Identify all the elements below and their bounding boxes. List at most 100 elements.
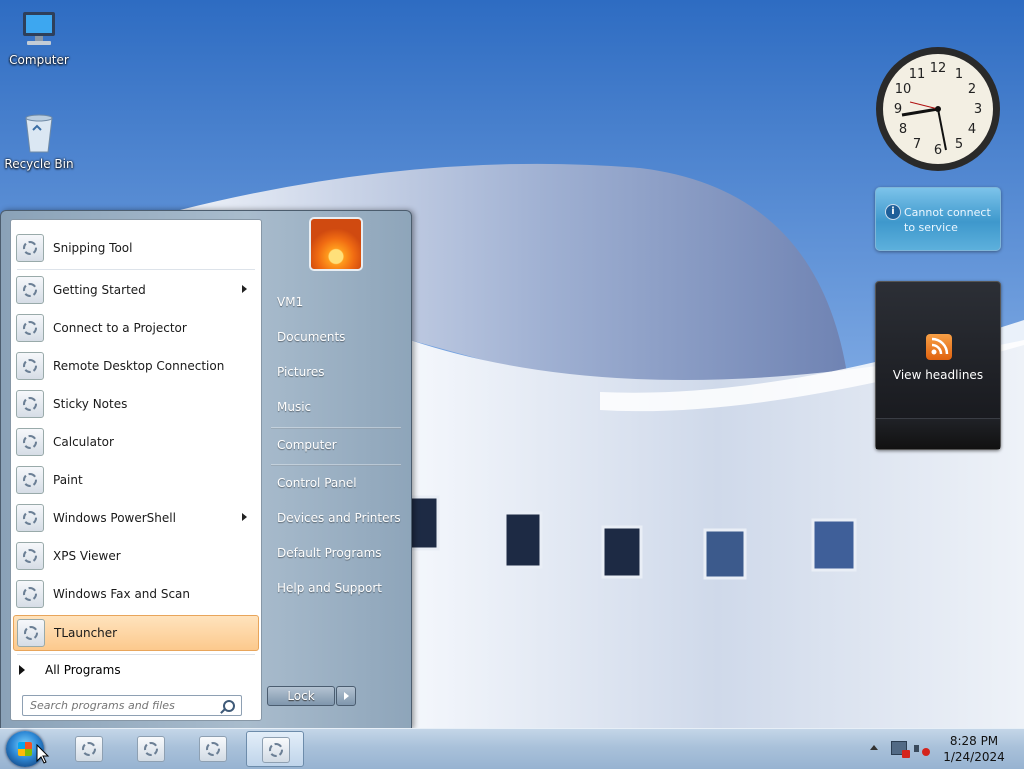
user-avatar[interactable] [309, 217, 363, 271]
program-label: Calculator [53, 435, 114, 449]
program-label: Windows Fax and Scan [53, 587, 191, 601]
program-sticky-notes[interactable]: Sticky Notes [13, 387, 257, 421]
svg-text:11: 11 [909, 67, 926, 82]
program-icon [16, 390, 44, 418]
svg-text:4: 4 [968, 122, 976, 137]
search-icon[interactable] [223, 700, 235, 712]
place-devices-and-printers[interactable]: Devices and Printers [277, 511, 401, 525]
weather-message: Cannot connect to service [904, 206, 991, 234]
desktop-icon-label: Computer [9, 53, 69, 67]
taskbar-app-button[interactable] [184, 731, 242, 767]
network-icon[interactable] [891, 741, 910, 758]
lock-button[interactable]: Lock [267, 686, 335, 706]
program-snipping-tool[interactable]: Snipping Tool [13, 231, 257, 265]
desktop-icon-label: Recycle Bin [4, 157, 74, 171]
place-control-panel[interactable]: Control Panel [277, 476, 357, 490]
taskbar-time: 8:28 PM [949, 734, 999, 748]
show-hidden-icons-icon[interactable] [870, 745, 878, 750]
program-label: Windows PowerShell [53, 511, 176, 525]
program-label: TLauncher [54, 626, 118, 640]
program-windows-fax-and-scan[interactable]: Windows Fax and Scan [13, 577, 257, 611]
volume-muted-icon[interactable] [914, 741, 930, 756]
program-icon [16, 352, 44, 380]
svg-text:3: 3 [974, 102, 982, 117]
start-search-box[interactable] [22, 695, 242, 716]
program-remote-desktop-connection[interactable]: Remote Desktop Connection [13, 349, 257, 383]
program-xps-viewer[interactable]: XPS Viewer [13, 539, 257, 573]
program-label: XPS Viewer [53, 549, 121, 563]
program-icon [16, 276, 44, 304]
app-icon [137, 736, 165, 762]
program-label: Getting Started [53, 283, 146, 297]
svg-text:9: 9 [894, 102, 902, 117]
taskbar-date: 1/24/2024 [943, 750, 1005, 764]
place-user-folder[interactable]: VM1 [277, 295, 303, 309]
svg-text:5: 5 [955, 137, 963, 152]
program-tlauncher[interactable]: TLauncher [13, 615, 259, 651]
place-help-and-support[interactable]: Help and Support [277, 581, 382, 595]
program-label: Paint [53, 473, 83, 487]
place-documents[interactable]: Documents [277, 330, 345, 344]
svg-text:6: 6 [934, 143, 942, 158]
program-icon [16, 466, 44, 494]
program-icon [17, 619, 45, 647]
place-pictures[interactable]: Pictures [277, 365, 325, 379]
start-menu: Snipping Tool Getting Started Connect to… [0, 210, 412, 729]
app-icon [262, 737, 290, 763]
start-places-pane: VM1 Documents Pictures Music Computer Co… [263, 211, 409, 726]
all-programs-button[interactable]: All Programs [19, 660, 121, 680]
program-paint[interactable]: Paint [13, 463, 257, 497]
computer-icon [17, 8, 61, 50]
svg-text:12: 12 [930, 61, 947, 76]
svg-text:8: 8 [899, 122, 907, 137]
taskbar-clock[interactable]: 8:28 PM 1/24/2024 [936, 733, 1012, 765]
clock-gadget[interactable]: 12 1 2 345 678 9 10 11 [874, 46, 1002, 174]
taskbar-app-button[interactable] [122, 731, 180, 767]
feed-toolbar [876, 418, 1000, 449]
desktop-icon-computer[interactable]: Computer [4, 8, 74, 67]
svg-text:10: 10 [895, 82, 912, 97]
program-label: Remote Desktop Connection [53, 359, 225, 373]
place-default-programs[interactable]: Default Programs [277, 546, 382, 560]
places-separator [271, 464, 401, 466]
taskbar-app-button-active[interactable] [246, 731, 304, 767]
taskbar-app-button[interactable] [60, 731, 118, 767]
shutdown-options-button[interactable] [336, 686, 356, 706]
place-music[interactable]: Music [277, 400, 311, 414]
desktop-icon-recycle-bin[interactable]: Recycle Bin [4, 112, 74, 171]
recycle-bin-icon [17, 112, 61, 154]
program-label: Connect to a Projector [53, 321, 187, 335]
program-connect-to-a-projector[interactable]: Connect to a Projector [13, 311, 257, 345]
program-icon [16, 580, 44, 608]
program-label: Sticky Notes [53, 397, 128, 411]
place-computer[interactable]: Computer [277, 438, 337, 452]
search-input[interactable] [28, 698, 222, 713]
windows-logo-icon [18, 742, 32, 756]
clock-face-icon: 12 12 345 678 91011 [876, 47, 1000, 171]
submenu-arrow-icon [242, 285, 247, 293]
program-windows-powershell[interactable]: Windows PowerShell [13, 501, 257, 535]
view-headlines-label: View headlines [892, 368, 984, 382]
feed-headlines-gadget[interactable]: View headlines [875, 281, 1001, 450]
weather-gadget[interactable]: i Cannot connect to service [875, 187, 1001, 251]
places-separator [271, 427, 401, 429]
program-icon [16, 504, 44, 532]
submenu-arrow-icon [242, 513, 247, 521]
program-icon [16, 542, 44, 570]
program-icon [16, 234, 44, 262]
info-icon: i [885, 204, 901, 220]
all-programs-label: All Programs [45, 663, 121, 677]
mouse-cursor-icon [36, 744, 50, 764]
rss-icon [926, 334, 952, 360]
program-calculator[interactable]: Calculator [13, 425, 257, 459]
app-icon [199, 736, 227, 762]
program-icon [16, 428, 44, 456]
svg-text:2: 2 [968, 82, 976, 97]
pinned-separator [17, 269, 255, 270]
program-getting-started[interactable]: Getting Started [13, 273, 257, 307]
app-icon [75, 736, 103, 762]
start-programs-pane: Snipping Tool Getting Started Connect to… [10, 219, 262, 721]
all-programs-separator [17, 654, 255, 655]
svg-text:1: 1 [955, 67, 963, 82]
svg-text:7: 7 [913, 137, 921, 152]
